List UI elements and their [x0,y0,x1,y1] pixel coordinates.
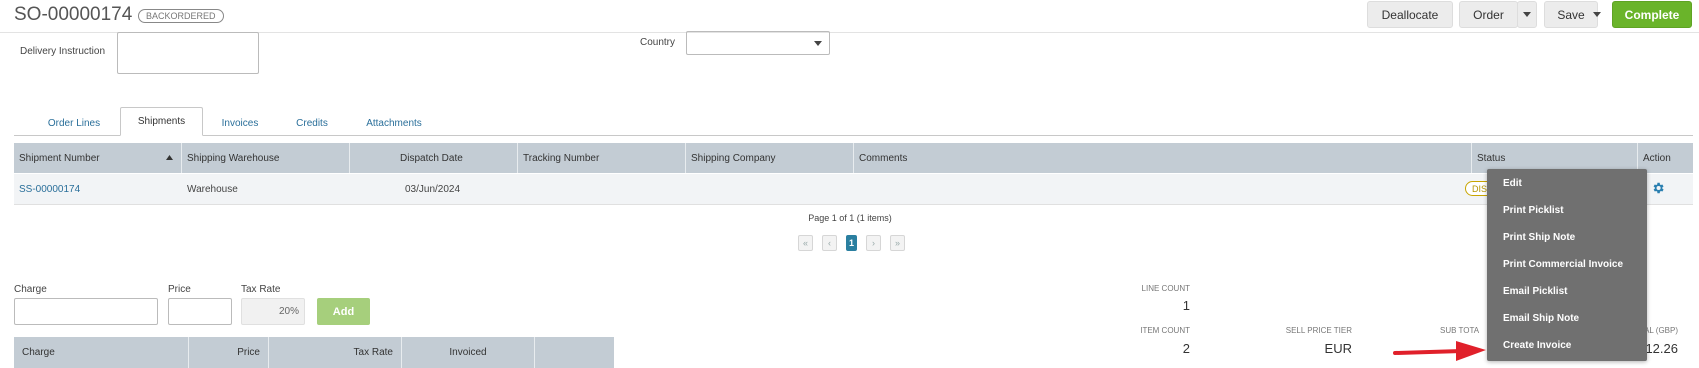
tax-rate-field: 20% [241,298,305,325]
country-select[interactable] [686,31,830,55]
column-invoiced[interactable]: Invoiced [402,337,535,368]
page-title: SO-00000174 [14,4,133,25]
menu-item-create-invoice[interactable]: Create Invoice [1503,340,1571,351]
pager-prev-button[interactable]: ‹ [822,235,837,251]
delivery-instruction-label: Delivery Instruction [20,46,106,57]
tracking-number-cell [518,174,686,204]
tab-invoices[interactable]: Invoices [212,109,268,137]
column-shipment-number[interactable]: Shipment Number [14,143,182,173]
price-field[interactable] [168,298,232,325]
complete-button[interactable]: Complete [1612,1,1692,28]
column-blank [535,337,614,368]
tax-rate-label: Tax Rate [241,284,281,295]
pager-current-page[interactable]: 1 [846,235,857,251]
add-charge-button[interactable]: Add [317,298,370,325]
caret-down-icon [1523,12,1531,17]
shipment-number-link[interactable]: SS-00000174 [14,174,182,204]
tab-shipments[interactable]: Shipments [120,107,203,136]
menu-item-print-ship-note[interactable]: Print Ship Note [1503,232,1575,243]
column-label: Shipment Number [19,152,100,164]
shipping-warehouse-cell: Warehouse [187,183,238,195]
charge-label: Charge [14,284,47,295]
sub-total-label: SUB TOTA [1440,326,1480,335]
charges-table-header: Charge Price Tax Rate Invoiced [14,337,614,368]
pager-next-button[interactable]: › [866,235,881,251]
caret-down-icon [814,41,822,46]
deallocate-button[interactable]: Deallocate [1367,1,1453,28]
price-label: Price [168,284,191,295]
item-count-label: ITEM COUNT [1140,326,1190,335]
column-shipping-company[interactable]: Shipping Company [686,143,854,173]
dispatch-date-cell: 03/Jun/2024 [405,183,461,195]
column-price[interactable]: Price [189,337,269,368]
gear-icon[interactable] [1651,181,1665,195]
sort-asc-icon [166,155,173,160]
menu-item-edit[interactable]: Edit [1503,178,1522,189]
tab-attachments[interactable]: Attachments [356,109,432,137]
action-menu: Edit Print Picklist Print Ship Note Prin… [1487,169,1647,361]
caret-down-icon [1593,12,1601,17]
menu-item-print-commercial-invoice[interactable]: Print Commercial Invoice [1503,259,1623,270]
pager-first-button[interactable]: « [798,235,813,251]
menu-item-email-picklist[interactable]: Email Picklist [1503,286,1567,297]
line-count-value: 1 [1182,298,1190,313]
order-button[interactable]: Order [1459,1,1518,28]
pager-last-button[interactable]: » [890,235,905,251]
status-badge: BACKORDERED [138,9,224,23]
delivery-instruction-field[interactable] [117,32,259,74]
column-tracking-number[interactable]: Tracking Number [518,143,686,173]
sell-price-tier-label: SELL PRICE TIER [1285,326,1352,335]
column-dispatch-date[interactable]: Dispatch Date [350,143,518,173]
sell-price-tier-value: EUR [1324,341,1352,356]
column-tax-rate[interactable]: Tax Rate [269,337,402,368]
charge-field[interactable] [14,298,158,325]
tab-order-lines[interactable]: Order Lines [36,109,112,137]
tab-credits[interactable]: Credits [286,109,338,137]
shipments-table-header: Shipment Number Shipping Warehouse Dispa… [14,143,1693,173]
save-dropdown-button[interactable] [1587,1,1607,28]
column-comments[interactable]: Comments [854,143,1472,173]
column-shipping-warehouse[interactable]: Shipping Warehouse [182,143,350,173]
line-count-label: LINE COUNT [1141,284,1190,293]
country-label: Country [640,37,676,48]
menu-item-print-picklist[interactable]: Print Picklist [1503,205,1564,216]
shipping-company-cell [686,174,854,204]
order-dropdown-button[interactable] [1517,1,1537,28]
pager-info: Page 1 of 1 (1 items) [808,213,892,223]
arrow-icon [1393,341,1486,361]
column-charge[interactable]: Charge [14,337,189,368]
table-row: SS-00000174 Warehouse 03/Jun/2024 [14,174,1693,205]
comments-cell [854,174,1472,204]
menu-item-email-ship-note[interactable]: Email Ship Note [1503,313,1579,324]
item-count-value: 2 [1182,341,1190,356]
